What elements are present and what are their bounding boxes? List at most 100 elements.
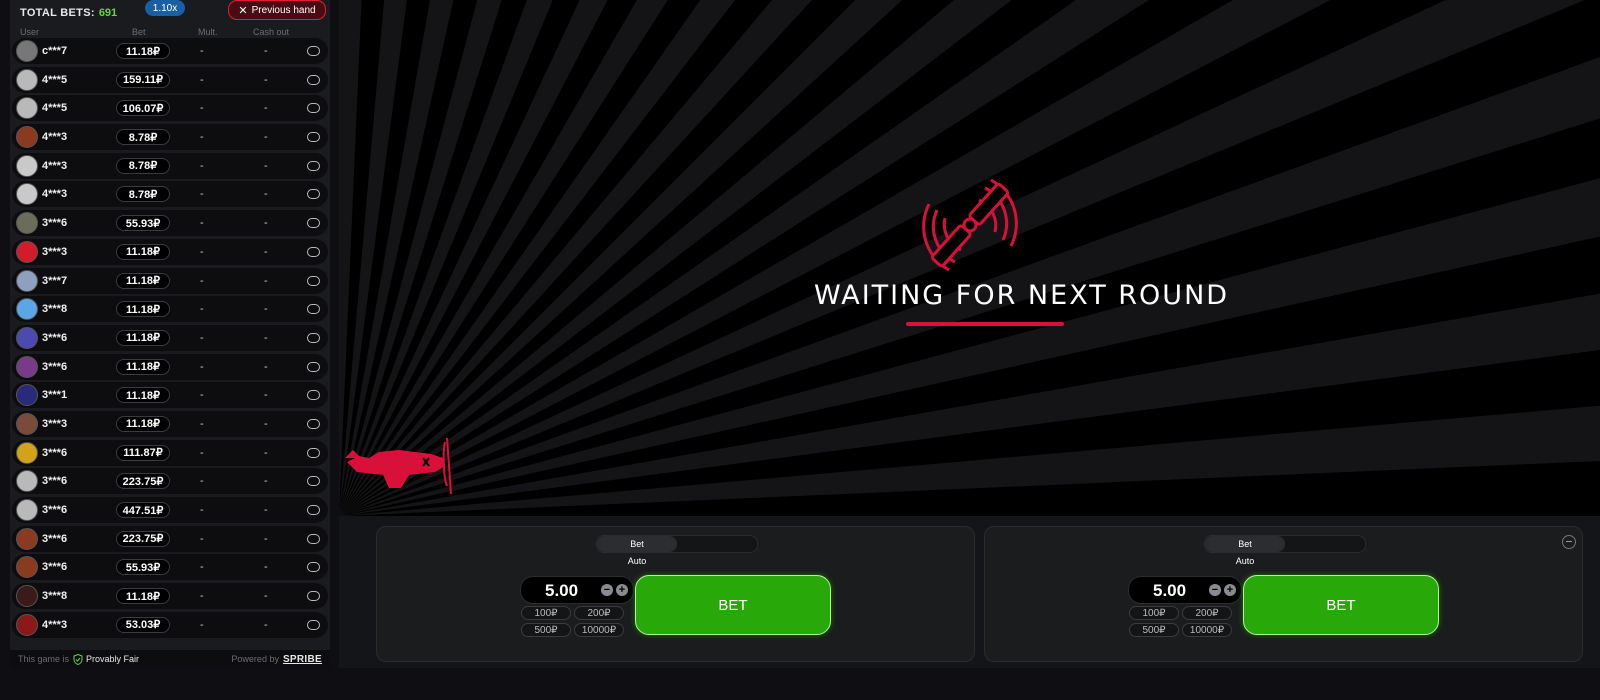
bet-amount-input[interactable]: 5.00 − + [1128,576,1242,604]
powered-by: Powered by SPRIBE [231,654,322,665]
bet-user: 3***3 [42,245,68,258]
bet-user: 3***7 [42,274,68,287]
previous-hand-label: Previous hand [251,4,316,16]
bet-user: 4***5 [42,102,68,115]
bet-cashout: - [264,131,268,144]
bet-controls-area: Bet Auto 5.00 − + 100₽ 200₽ 500₽ 10000₽ … [339,516,1600,668]
avatar [16,355,38,378]
bet-row: 3***6 447.51₽ - - [12,497,328,523]
tab-auto[interactable]: Auto [597,556,677,566]
avatar [16,441,38,464]
bet-panel-1: Bet Auto 5.00 − + 100₽ 200₽ 500₽ 10000₽ … [376,526,975,662]
chat-icon[interactable] [307,591,320,602]
multiplier-badge[interactable]: 1.10x [145,0,185,16]
avatar [16,97,38,120]
chat-icon[interactable] [307,390,320,401]
bet-row: 3***6 11.18₽ - - [12,324,328,351]
chat-icon[interactable] [307,418,320,429]
bet-mult: - [200,45,204,57]
bet-mult: - [200,73,204,86]
bet-amount-input[interactable]: 5.00 − + [520,576,634,604]
tab-bet[interactable]: Bet [597,536,677,552]
quick-bet-500[interactable]: 500₽ [521,623,571,637]
chat-icon[interactable] [307,246,320,257]
bet-cashout: - [264,188,268,201]
bet-amount: 53.03₽ [116,616,170,633]
bet-amount: 8.78₽ [116,157,170,174]
chat-icon[interactable] [307,476,320,487]
chat-icon[interactable] [307,218,320,229]
chat-icon[interactable] [307,447,320,458]
bet-cashout: - [264,73,268,86]
bet-amount: 11.18₽ [116,272,170,289]
bet-mult: - [200,217,204,230]
bet-cashout: - [264,360,268,373]
chat-icon[interactable] [307,361,320,372]
avatar [16,240,38,263]
bet-button[interactable]: BET [635,575,831,635]
bet-user: 3***6 [42,331,68,344]
bet-cashout: - [264,417,268,430]
quick-bet-10000[interactable]: 10000₽ [574,623,624,637]
bet-auto-switch[interactable]: Bet Auto [1204,535,1366,566]
bet-user: 3***8 [42,590,68,603]
remove-panel-icon[interactable] [1562,535,1576,549]
bet-amount: 447.51₽ [116,502,170,518]
bet-button[interactable]: BET [1243,575,1439,635]
bet-amount: 106.07₽ [116,100,170,117]
bet-mult: - [200,532,204,545]
avatar [16,154,38,177]
previous-hand-button[interactable]: ✕ Previous hand [228,0,326,20]
bet-amount: 11.18₽ [116,43,170,59]
shield-icon [73,653,83,665]
chat-icon[interactable] [307,46,320,56]
chat-icon[interactable] [307,332,320,343]
tab-auto[interactable]: Auto [1205,556,1285,566]
bet-row: 3***8 11.18₽ - - [12,583,328,610]
bet-cashout: - [264,45,268,57]
chat-icon[interactable] [307,562,320,573]
bet-cashout: - [264,475,268,488]
increase-button[interactable]: + [616,584,628,596]
decrease-button[interactable]: − [1209,584,1221,596]
chat-icon[interactable] [307,304,320,315]
col-user: User [20,27,40,37]
chat-icon[interactable] [307,189,320,200]
avatar [16,412,38,435]
bet-amount: 11.18₽ [116,358,170,375]
bet-auto-switch[interactable]: Bet Auto [596,535,758,566]
bet-cashout: - [264,159,268,172]
col-bet: Bet [132,27,146,37]
avatar [16,384,38,407]
quick-bet-100[interactable]: 100₽ [521,606,571,620]
spribe-logo[interactable]: SPRIBE [283,654,322,665]
chat-icon[interactable] [307,74,320,85]
quick-bet-500[interactable]: 500₽ [1129,623,1179,637]
bet-mult: - [200,159,204,172]
tab-bet[interactable]: Bet [1205,536,1285,552]
bet-cashout: - [264,618,268,631]
bet-cashout: - [264,389,268,402]
quick-bet-200[interactable]: 200₽ [1182,606,1232,620]
increase-button[interactable]: + [1224,584,1236,596]
avatar [16,126,38,149]
chat-icon[interactable] [307,505,320,515]
chat-icon[interactable] [307,533,320,544]
chat-icon[interactable] [307,160,320,171]
bet-amount: 8.78₽ [116,186,170,203]
bet-row: c***7 11.18₽ - - [12,38,328,64]
bet-user: 4***3 [42,618,68,631]
quick-bet-10000[interactable]: 10000₽ [1182,623,1232,637]
provably-fair-link[interactable]: Provably Fair [73,653,139,665]
chat-icon[interactable] [307,132,320,143]
quick-bet-200[interactable]: 200₽ [574,606,624,620]
chat-icon[interactable] [307,275,320,286]
chat-icon[interactable] [307,103,320,114]
bet-cashout: - [264,274,268,287]
bet-mult: - [200,188,204,201]
avatar [16,40,38,62]
chat-icon[interactable] [307,619,320,630]
loading-bar [906,322,1064,326]
quick-bet-100[interactable]: 100₽ [1129,606,1179,620]
decrease-button[interactable]: − [601,584,613,596]
